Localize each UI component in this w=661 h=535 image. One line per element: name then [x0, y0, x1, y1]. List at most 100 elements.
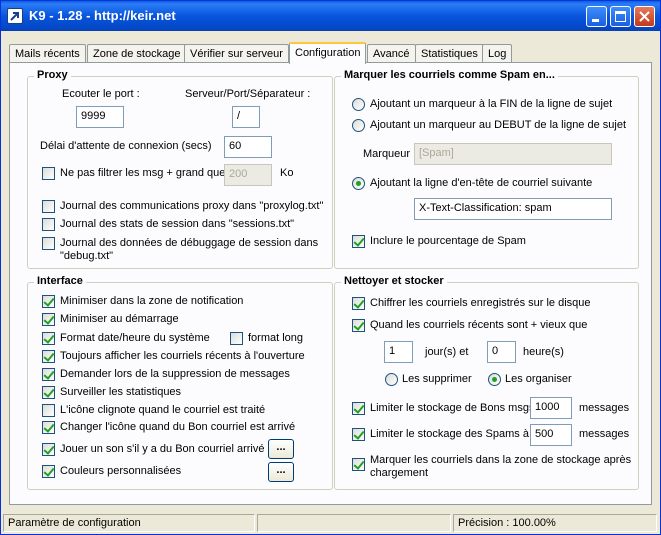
- marker-input[interactable]: [Spam]: [414, 143, 612, 165]
- limit-good-input[interactable]: 1000: [530, 397, 572, 419]
- play-sound-label: Jouer un son s'il y a du Bon courriel ar…: [60, 443, 265, 455]
- log-proxy-label: Journal des communications proxy dans "p…: [60, 200, 324, 212]
- timeout-label: Délai d'attente de connexion (secs): [40, 140, 212, 152]
- minimize-button[interactable]: [586, 6, 607, 27]
- spam-marking-group: Marquer les courriels comme Spam en... A…: [334, 69, 639, 269]
- proxy-group-title: Proxy: [34, 69, 71, 81]
- radio-organize[interactable]: [488, 373, 501, 386]
- days-label: jour(s) et: [425, 346, 469, 358]
- radio-marker-end[interactable]: [352, 98, 365, 111]
- show-recent-label: Toujours afficher les courriels récents …: [60, 350, 305, 362]
- show-recent-checkbox[interactable]: [42, 350, 55, 363]
- tab-zone-stockage[interactable]: Zone de stockage: [87, 44, 187, 63]
- encrypt-checkbox[interactable]: [352, 297, 365, 310]
- icon-blink-checkbox[interactable]: [42, 404, 55, 417]
- nofilter-unit: Ko: [280, 167, 294, 179]
- app-icon: [7, 8, 23, 24]
- limit-good-checkbox[interactable]: [352, 402, 365, 415]
- hours-input[interactable]: 0: [487, 341, 516, 363]
- title-bar[interactable]: K9 - 1.28 - http://keir.net: [1, 1, 660, 31]
- tab-avance[interactable]: Avancé: [367, 44, 416, 63]
- limit-spam-unit: messages: [579, 428, 630, 440]
- mark-storage-label: Marquer les courriels dans la zone de st…: [370, 454, 632, 479]
- radio-marker-start[interactable]: [352, 119, 365, 132]
- tab-statistiques[interactable]: Statistiques: [415, 44, 484, 63]
- timeout-input[interactable]: 60: [224, 136, 272, 158]
- watch-stats-checkbox[interactable]: [42, 386, 55, 399]
- configuration-panel: Proxy Ecouter le port : Serveur/Port/Sép…: [9, 62, 652, 505]
- limit-spam-label: Limiter le stockage des Spams à: [370, 428, 529, 440]
- confirm-delete-label: Demander lors de la suppression de messa…: [60, 368, 290, 380]
- port-label: Ecouter le port :: [62, 88, 140, 100]
- log-debug-label: Journal des données de débuggage de sess…: [60, 237, 319, 262]
- choose-sound-button[interactable]: ...: [268, 439, 294, 459]
- minimize-startup-label: Minimiser au démarrage: [60, 313, 179, 325]
- long-format-checkbox[interactable]: [230, 332, 243, 345]
- include-percentage-label: Inclure le pourcentage de Spam: [370, 235, 526, 247]
- minimize-startup-checkbox[interactable]: [42, 313, 55, 326]
- hours-label: heure(s): [523, 346, 564, 358]
- limit-spam-checkbox[interactable]: [352, 428, 365, 441]
- nofilter-label: Ne pas filtrer les msg + grand que: [60, 167, 226, 179]
- radio-header-line-label: Ajoutant la ligne d'en-tête de courriel …: [370, 177, 593, 189]
- watch-stats-label: Surveiller les statistiques: [60, 386, 182, 398]
- long-format-label: format long: [248, 332, 304, 344]
- mark-storage-checkbox[interactable]: [352, 458, 365, 471]
- radio-delete-label: Les supprimer: [402, 373, 472, 385]
- spam-group-title: Marquer les courriels comme Spam en...: [341, 69, 558, 81]
- minimize-tray-label: Minimiser dans la zone de notification: [60, 295, 244, 307]
- cleanup-storage-group: Nettoyer et stocker Chiffrer les courrie…: [334, 275, 639, 490]
- tab-verifier-serveur[interactable]: Vérifier sur serveur: [184, 44, 289, 63]
- nofilter-checkbox[interactable]: [42, 167, 55, 180]
- interface-group: Interface Minimiser dans la zone de noti…: [27, 275, 333, 490]
- status-right: Précision : 100.00%: [453, 514, 657, 532]
- system-datetime-label: Format date/heure du système: [60, 332, 210, 344]
- tab-strip: Mails récents Zone de stockage Vérifier …: [9, 42, 649, 64]
- server-label: Serveur/Port/Séparateur :: [185, 88, 311, 100]
- minimize-tray-checkbox[interactable]: [42, 295, 55, 308]
- status-left: Paramètre de configuration: [3, 514, 255, 532]
- log-sessions-checkbox[interactable]: [42, 218, 55, 231]
- system-datetime-checkbox[interactable]: [42, 332, 55, 345]
- radio-header-line[interactable]: [352, 177, 365, 190]
- tab-log[interactable]: Log: [482, 44, 513, 63]
- radio-marker-end-label: Ajoutant un marqueur à la FIN de la lign…: [370, 98, 613, 110]
- separator-input[interactable]: /: [232, 106, 260, 128]
- tab-mails-recents[interactable]: Mails récents: [9, 44, 86, 63]
- marker-label: Marqueur: [363, 148, 411, 160]
- icon-blink-label: L'icône clignote quand le courriel est t…: [60, 404, 266, 416]
- choose-colors-button[interactable]: ...: [268, 462, 294, 482]
- days-input[interactable]: 1: [384, 341, 413, 363]
- radio-marker-start-label: Ajoutant un marqueur au DEBUT de la lign…: [370, 119, 627, 131]
- status-bar: Paramètre de configuration Précision : 1…: [1, 512, 660, 534]
- custom-colors-label: Couleurs personnalisées: [60, 465, 182, 477]
- nofilter-size-input[interactable]: 200: [224, 164, 272, 186]
- radio-organize-label: Les organiser: [505, 373, 572, 385]
- change-icon-checkbox[interactable]: [42, 421, 55, 434]
- limit-good-label: Limiter le stockage de Bons msgs: [370, 402, 535, 414]
- log-debug-checkbox[interactable]: [42, 237, 55, 250]
- radio-delete[interactable]: [385, 373, 398, 386]
- cleanup-group-title: Nettoyer et stocker: [341, 275, 447, 287]
- app-window: K9 - 1.28 - http://keir.net Mails récent…: [0, 0, 661, 535]
- include-percentage-checkbox[interactable]: [352, 235, 365, 248]
- when-older-label: Quand les courriels récents sont + vieux…: [370, 319, 588, 331]
- custom-colors-checkbox[interactable]: [42, 465, 55, 478]
- confirm-delete-checkbox[interactable]: [42, 368, 55, 381]
- interface-group-title: Interface: [34, 275, 86, 287]
- change-icon-label: Changer l'icône quand du Bon courriel es…: [60, 421, 296, 433]
- header-line-input[interactable]: X-Text-Classification: spam: [414, 198, 612, 220]
- port-input[interactable]: 9999: [76, 106, 124, 128]
- when-older-checkbox[interactable]: [352, 319, 365, 332]
- limit-spam-input[interactable]: 500: [530, 424, 572, 446]
- close-button[interactable]: [634, 6, 655, 27]
- tab-configuration[interactable]: Configuration: [289, 42, 367, 64]
- log-proxy-checkbox[interactable]: [42, 200, 55, 213]
- encrypt-label: Chiffrer les courriels enregistrés sur l…: [370, 297, 591, 309]
- proxy-group: Proxy Ecouter le port : Serveur/Port/Sép…: [27, 69, 333, 269]
- window-title: K9 - 1.28 - http://keir.net: [29, 8, 176, 23]
- log-sessions-label: Journal des stats de session dans "sessi…: [60, 218, 295, 230]
- play-sound-checkbox[interactable]: [42, 443, 55, 456]
- limit-good-unit: messages: [579, 402, 630, 414]
- maximize-button[interactable]: [610, 6, 631, 27]
